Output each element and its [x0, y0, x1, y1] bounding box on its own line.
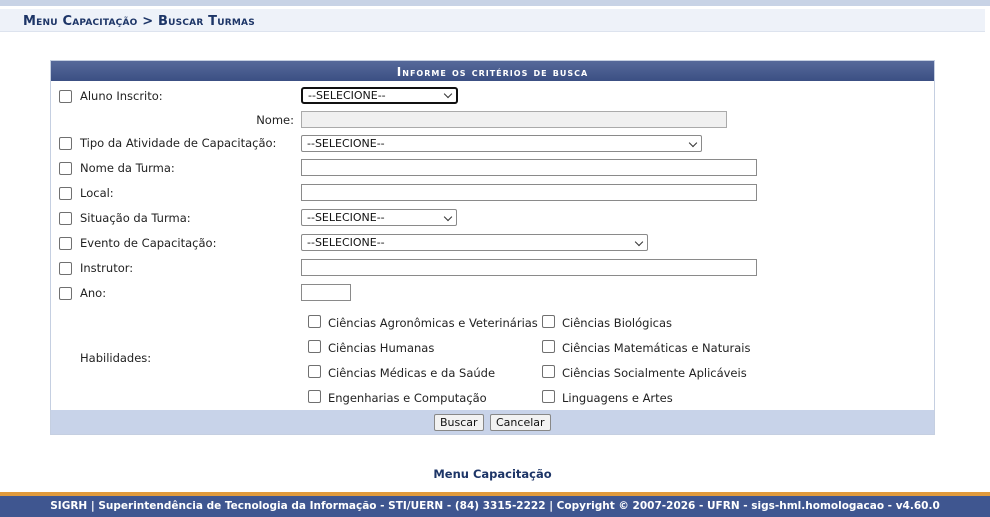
- nome-turma-label: Nome da Turma:: [80, 161, 175, 175]
- aluno-inscrito-select-value: --SELECIONE--: [308, 89, 386, 102]
- search-button[interactable]: Buscar: [434, 414, 484, 431]
- tipo-atividade-label: Tipo da Atividade de Capacitação:: [80, 136, 277, 150]
- habilidade-checkbox[interactable]: [542, 315, 555, 328]
- menu-capacitacao-link[interactable]: Menu Capacitação: [0, 467, 985, 481]
- breadcrumb-separator: >: [142, 14, 154, 29]
- form-actions-bar: Buscar Cancelar: [51, 410, 934, 434]
- evento-capacitacao-checkbox[interactable]: [59, 237, 72, 250]
- nome-turma-checkbox[interactable]: [59, 162, 72, 175]
- evento-capacitacao-select-value: --SELECIONE--: [307, 236, 385, 249]
- chevron-down-icon: [443, 89, 453, 99]
- ano-input[interactable]: [301, 284, 351, 301]
- local-label: Local:: [80, 186, 114, 200]
- tipo-atividade-select-value: --SELECIONE--: [307, 137, 385, 150]
- breadcrumb-current: Buscar Turmas: [158, 14, 255, 29]
- habilidade-label: Ciências Matemáticas e Naturais: [562, 341, 751, 355]
- evento-capacitacao-label: Evento de Capacitação:: [80, 236, 217, 250]
- situacao-turma-checkbox[interactable]: [59, 212, 72, 225]
- local-checkbox[interactable]: [59, 187, 72, 200]
- ano-checkbox[interactable]: [59, 287, 72, 300]
- habilidade-label: Ciências Médicas e da Saúde: [328, 366, 496, 380]
- habilidade-checkbox[interactable]: [542, 340, 555, 353]
- habilidade-label: Ciências Humanas: [328, 341, 435, 355]
- habilidade-label: Ciências Socialmente Aplicáveis: [562, 366, 747, 380]
- chevron-down-icon: [688, 138, 698, 148]
- chevron-down-icon: [634, 237, 644, 247]
- footer: SIGRH | Superintendência de Tecnologia d…: [0, 496, 990, 517]
- aluno-inscrito-checkbox[interactable]: [59, 90, 72, 103]
- breadcrumb: Menu Capacitação > Buscar Turmas: [23, 14, 255, 29]
- habilidade-checkbox[interactable]: [308, 390, 321, 403]
- nome-input[interactable]: [301, 111, 727, 128]
- instrutor-label: Instrutor:: [80, 261, 134, 275]
- nome-label: Nome:: [256, 113, 294, 127]
- habilidade-label: Linguagens e Artes: [562, 391, 673, 405]
- breadcrumb-root: Menu Capacitação: [23, 14, 138, 29]
- habilidade-checkbox[interactable]: [542, 365, 555, 378]
- tipo-atividade-select[interactable]: --SELECIONE--: [301, 135, 702, 152]
- chevron-down-icon: [443, 212, 453, 222]
- aluno-inscrito-label: Aluno Inscrito:: [80, 89, 163, 103]
- situacao-turma-label: Situação da Turma:: [80, 211, 191, 225]
- habilidade-label: Ciências Agronômicas e Veterinárias: [328, 316, 538, 330]
- habilidade-label: Engenharias e Computação: [328, 391, 487, 405]
- tipo-atividade-checkbox[interactable]: [59, 137, 72, 150]
- habilidades-label: Habilidades:: [80, 351, 152, 365]
- nome-turma-input[interactable]: [301, 159, 757, 176]
- habilidade-checkbox[interactable]: [308, 340, 321, 353]
- habilidade-checkbox[interactable]: [308, 365, 321, 378]
- habilidade-label: Ciências Biológicas: [562, 316, 673, 330]
- search-form-panel: Informe os critérios de busca Aluno Insc…: [50, 60, 935, 435]
- instrutor-input[interactable]: [301, 259, 757, 276]
- top-strip: [0, 0, 990, 6]
- situacao-turma-select[interactable]: --SELECIONE--: [301, 209, 457, 226]
- local-input[interactable]: [301, 184, 757, 201]
- form-title: Informe os critérios de busca: [51, 61, 934, 81]
- aluno-inscrito-select[interactable]: --SELECIONE--: [301, 87, 458, 104]
- instrutor-checkbox[interactable]: [59, 262, 72, 275]
- cancel-button[interactable]: Cancelar: [490, 414, 551, 431]
- evento-capacitacao-select[interactable]: --SELECIONE--: [301, 234, 648, 251]
- ano-label: Ano:: [80, 286, 107, 300]
- habilidade-checkbox[interactable]: [308, 315, 321, 328]
- situacao-turma-select-value: --SELECIONE--: [307, 211, 385, 224]
- habilidade-checkbox[interactable]: [542, 390, 555, 403]
- breadcrumb-bar: Menu Capacitação > Buscar Turmas: [0, 9, 985, 32]
